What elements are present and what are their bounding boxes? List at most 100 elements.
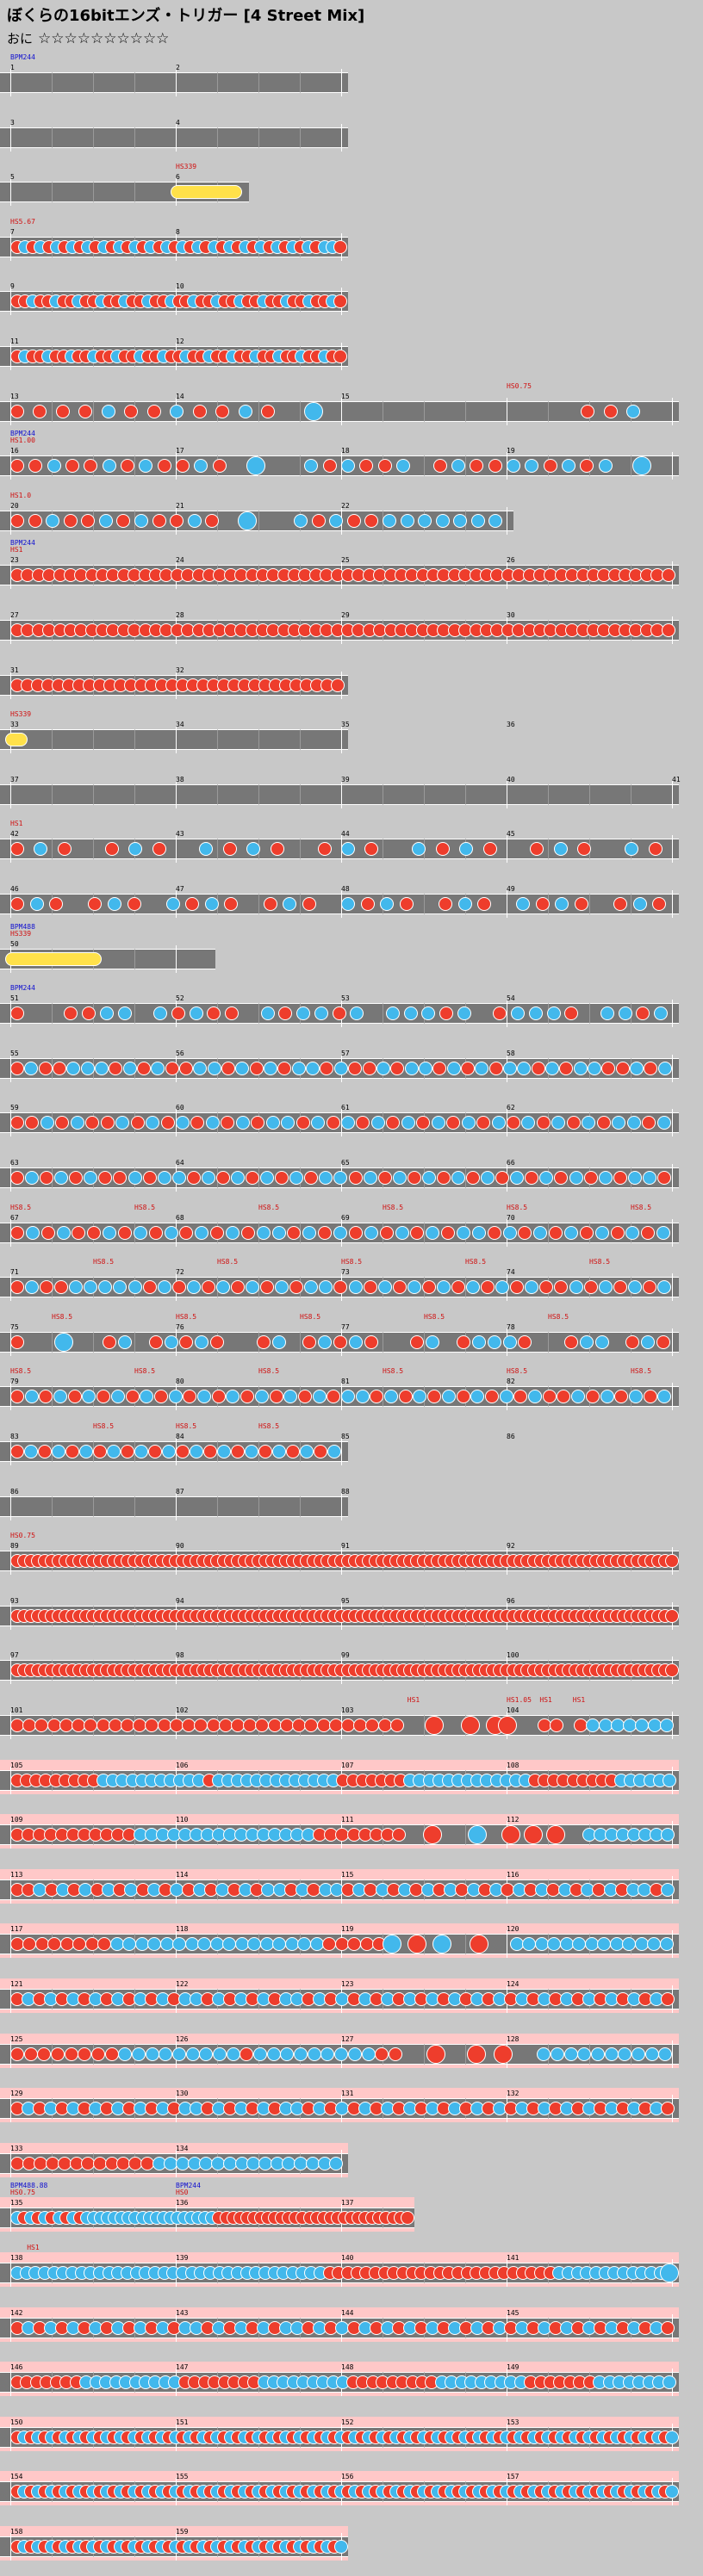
don-note — [210, 1334, 225, 1349]
ka-note — [334, 2540, 348, 2554]
ka-note — [364, 1225, 378, 1240]
beat-line — [589, 894, 590, 914]
don-note — [603, 404, 618, 418]
scroll-change-label: HS8.5 — [548, 1312, 569, 1321]
scroll-change-label: HS8.5 — [134, 1203, 156, 1211]
ka-note — [491, 1116, 506, 1130]
measure-number: 86 — [10, 1487, 19, 1495]
don-note — [332, 1006, 346, 1021]
measure-number: 106 — [176, 1761, 189, 1769]
ka-note — [329, 2156, 344, 2170]
beat-line — [52, 1495, 53, 1517]
ka-note — [426, 1334, 440, 1349]
ka-note — [128, 1280, 142, 1295]
ka-note — [99, 1006, 114, 1021]
don-note — [37, 2047, 52, 2061]
measure-number: 138 — [10, 2254, 23, 2262]
scroll-change-label: HS339 — [10, 929, 32, 938]
don-note — [389, 1718, 404, 1732]
measure-number: 28 — [176, 611, 184, 619]
don-note — [642, 1280, 656, 1295]
bar-line — [672, 1218, 673, 1247]
measure-number: 83 — [10, 1433, 19, 1440]
measure-number: 21 — [176, 501, 184, 510]
scroll-change-label: HS1 — [572, 1696, 586, 1704]
don-note — [10, 2047, 24, 2061]
measure-number: 37 — [10, 775, 19, 783]
don-note — [333, 350, 348, 363]
don-note — [488, 1061, 503, 1075]
measure-number: 131 — [341, 2090, 354, 2098]
don-note — [160, 1116, 175, 1130]
don-note — [390, 1061, 405, 1075]
don-note — [487, 1225, 501, 1240]
don-note — [601, 1061, 616, 1075]
measure-number: 33 — [10, 721, 19, 729]
ka-note — [632, 897, 647, 911]
measure-number: 152 — [341, 2418, 354, 2426]
drumroll-note — [171, 185, 243, 200]
measure-number: 74 — [507, 1268, 515, 1277]
measure-number: 51 — [10, 994, 19, 1003]
don-note — [157, 459, 171, 474]
measure-number: 121 — [10, 1980, 23, 1988]
bar-line — [672, 890, 673, 918]
ka-note — [46, 513, 60, 528]
ka-note — [189, 1006, 203, 1021]
measure-number: 20 — [10, 501, 19, 510]
measure-number: 105 — [10, 1761, 23, 1769]
ka-note — [172, 2047, 187, 2061]
measure-number: 7 — [10, 227, 15, 236]
ka-note — [24, 1445, 38, 1458]
measure-number: 146 — [10, 2363, 23, 2372]
don-note — [63, 513, 78, 528]
measure-number: 62 — [507, 1104, 515, 1112]
bar-line — [176, 835, 177, 864]
ka-note — [171, 1171, 186, 1185]
don-note — [258, 1445, 272, 1458]
don-note — [186, 1171, 201, 1185]
measure-number: 125 — [10, 2034, 23, 2043]
measure-number: 9 — [10, 282, 15, 291]
don-note — [148, 1445, 162, 1458]
scroll-change-label: HS339 — [176, 163, 197, 171]
scroll-change-label: HS1 — [407, 1696, 420, 1704]
measure-number: 113 — [10, 1870, 23, 1879]
ka-note — [272, 1445, 286, 1458]
beat-line — [52, 783, 53, 805]
measure-number: 52 — [176, 994, 184, 1003]
ka-note — [577, 2047, 592, 2061]
scroll-change-label: HS1 — [27, 2244, 40, 2251]
ka-note — [435, 513, 450, 528]
don-note — [377, 1171, 392, 1185]
measure-number: 139 — [176, 2254, 189, 2262]
don-note — [240, 1225, 255, 1240]
beat-line — [424, 1331, 425, 1353]
beat-line — [217, 783, 218, 805]
ka-note — [594, 1334, 609, 1349]
don-note — [362, 1061, 376, 1075]
measure-number: 126 — [176, 2034, 189, 2043]
bar-line — [672, 1164, 673, 1192]
ka-note — [348, 1280, 363, 1295]
don-note — [38, 1061, 53, 1075]
ka-note — [550, 2047, 564, 2061]
beat-line — [134, 783, 135, 805]
measure-number: 59 — [10, 1104, 19, 1112]
ka-note — [598, 1280, 613, 1295]
scroll-change-label: HS8.5 — [93, 1422, 115, 1430]
don-note — [579, 1225, 594, 1240]
ka-note — [165, 897, 180, 911]
don-note — [348, 1171, 363, 1185]
measure-number: 78 — [507, 1322, 515, 1331]
ka-note — [348, 1334, 363, 1349]
measure-number: 30 — [507, 611, 515, 619]
measure-number: 80 — [176, 1378, 184, 1386]
don-note — [441, 1225, 456, 1240]
measure-number: 91 — [341, 1542, 350, 1551]
big-don-note — [494, 2044, 513, 2064]
ka-note — [502, 1225, 517, 1240]
ka-note — [627, 1171, 642, 1185]
scroll-change-label: HS339 — [10, 710, 32, 719]
ka-note — [629, 1061, 644, 1075]
